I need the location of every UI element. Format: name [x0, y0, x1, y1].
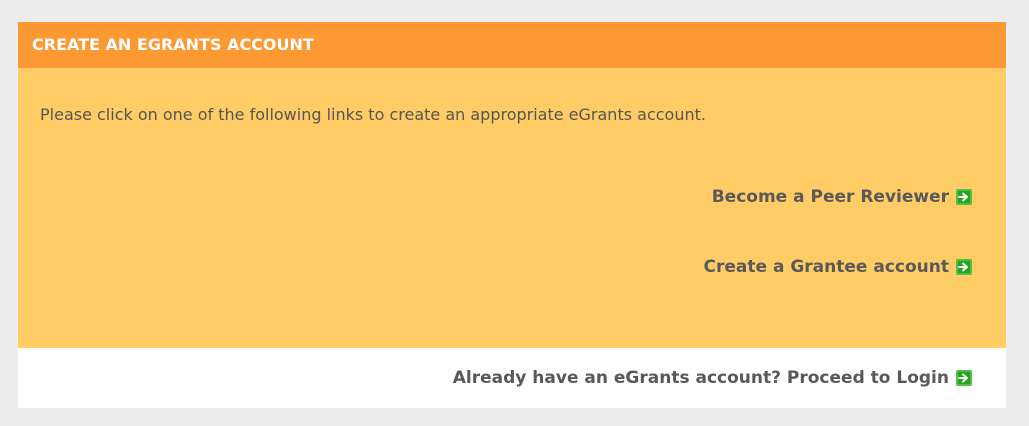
create-account-panel: CREATE AN EGRANTS ACCOUNT Please click o… — [18, 22, 1006, 408]
green-arrow-icon — [956, 370, 972, 386]
intro-text: Please click on one of the following lin… — [40, 105, 706, 124]
panel-footer: Already have an eGrants account? Proceed… — [18, 348, 1006, 408]
proceed-to-login-link[interactable]: Already have an eGrants account? Proceed… — [453, 368, 972, 388]
panel-body: Please click on one of the following lin… — [18, 68, 1006, 348]
create-grantee-account-link[interactable]: Create a Grantee account — [704, 257, 972, 277]
become-peer-reviewer-label: Become a Peer Reviewer — [711, 187, 949, 207]
create-grantee-account-label: Create a Grantee account — [703, 257, 949, 277]
become-peer-reviewer-link[interactable]: Become a Peer Reviewer — [712, 187, 972, 207]
panel-header: CREATE AN EGRANTS ACCOUNT — [18, 22, 1006, 68]
panel-title: CREATE AN EGRANTS ACCOUNT — [32, 35, 314, 54]
green-arrow-icon — [956, 259, 972, 275]
green-arrow-icon — [956, 189, 972, 205]
proceed-to-login-label: Already have an eGrants account? Proceed… — [452, 368, 949, 388]
